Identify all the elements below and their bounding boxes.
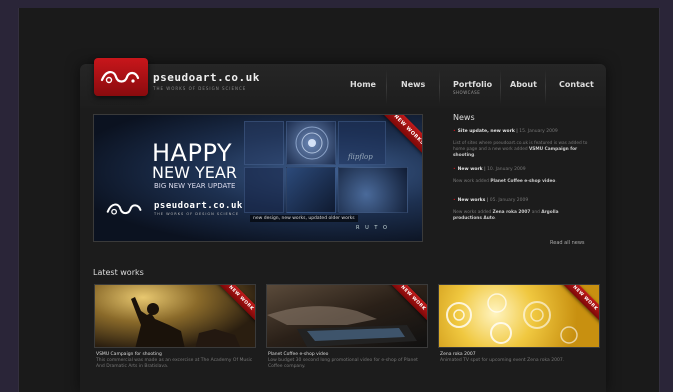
news-body-link[interactable]: Zena roka 2007: [493, 210, 531, 215]
work-description: Low budget 30 second long promotional vi…: [268, 358, 418, 369]
hero-script-label: flipflop: [348, 153, 373, 161]
news-title: News: [453, 113, 475, 122]
work-thumbnail-vsmu[interactable]: NEW WORK: [94, 284, 256, 348]
logo[interactable]: [94, 58, 148, 96]
nav-separator: [439, 70, 440, 104]
nav-news[interactable]: News: [401, 80, 425, 89]
nav-about[interactable]: About: [510, 80, 537, 89]
nav-portfolio[interactable]: Portfolio: [453, 80, 492, 89]
news-body-text: New work added: [453, 179, 491, 184]
hero-new-year: NEW YEAR: [152, 163, 237, 182]
news-date: 05. January 2009: [489, 198, 529, 203]
work-caption: Zena roka 2007 Animated TV spot for upco…: [440, 352, 600, 364]
news-item-body: New works added Zena roka 2007 and Argol…: [453, 210, 588, 222]
nav-portfolio-sub: SHOWCASE: [453, 90, 481, 95]
nav-home[interactable]: Home: [350, 80, 376, 89]
news-item-head[interactable]: • Site update, new work | 15. January 200…: [453, 129, 558, 134]
hero-banner[interactable]: HAPPY NEW YEAR BIG NEW YEAR UPDATE pseud…: [93, 114, 423, 242]
bullet-icon: •: [453, 167, 456, 172]
news-body-text: .: [474, 153, 476, 158]
hero-update: BIG NEW YEAR UPDATE: [154, 182, 236, 190]
logo-text[interactable]: pseudoart.co.uk: [153, 71, 260, 84]
news-date: 10. January 2009: [487, 167, 526, 172]
swirl-logo-icon: [100, 71, 140, 84]
work-description: This commercial was made as an excercise…: [96, 358, 253, 369]
latest-works-title: Latest works: [93, 268, 144, 277]
hero-tile: [244, 121, 284, 165]
hero-tagline: THE WORKS OF DESIGN SCIENCE: [154, 212, 240, 216]
hero-tile: [286, 167, 336, 213]
news-body-text: New works added: [453, 210, 493, 215]
bullet-icon: •: [453, 198, 456, 203]
work-caption: VSMU Campaign for shooting This commerci…: [96, 352, 256, 370]
hero-rot-label: R U T O: [356, 225, 389, 231]
news-headline[interactable]: New work: [458, 167, 483, 172]
hero-caption: new design, new works, updated older wor…: [250, 215, 358, 222]
nav-separator: [545, 70, 546, 104]
work-thumbnail-zena-roka[interactable]: NEW WORK: [438, 284, 600, 348]
news-item-body: New work added Planet Coffee e-shop vide…: [453, 179, 588, 185]
nav-separator: [500, 70, 501, 104]
logo-tagline: THE WORKS OF DESIGN SCIENCE: [153, 86, 247, 91]
nav-contact[interactable]: Contact: [559, 80, 594, 89]
work-caption: Planet Coffee e-shop video Low budget 30…: [268, 352, 428, 370]
news-item-head[interactable]: • New work | 10. January 2009: [453, 167, 526, 172]
news-headline[interactable]: New works: [458, 198, 486, 203]
news-body-link[interactable]: Planet Coffee e-shop video: [490, 179, 555, 184]
news-item-body: List of sites where pseudoart.co.uk is f…: [453, 141, 588, 159]
news-headline[interactable]: Site update, new work: [458, 129, 515, 134]
spiral-icon: [295, 126, 329, 160]
work-thumbnail-planet-coffee[interactable]: NEW WORK: [266, 284, 428, 348]
read-all-news-link[interactable]: Read all news: [550, 240, 585, 246]
bullet-icon: •: [453, 129, 456, 134]
hero-url: pseudoart.co.uk: [154, 201, 243, 211]
hero-tile: [244, 167, 284, 213]
news-body-text: and: [530, 210, 542, 215]
work-description: Animated TV spot for upcoming event Zena…: [440, 358, 565, 363]
nav-separator: [386, 70, 387, 104]
news-body-text: .: [494, 216, 497, 221]
news-date: 15. January 2009: [519, 129, 558, 134]
hero-tile: [338, 167, 408, 213]
swirl-logo-icon: [106, 203, 142, 215]
news-body-text: .: [555, 179, 557, 184]
news-item-head[interactable]: • New works | 05. January 2009: [453, 198, 528, 203]
